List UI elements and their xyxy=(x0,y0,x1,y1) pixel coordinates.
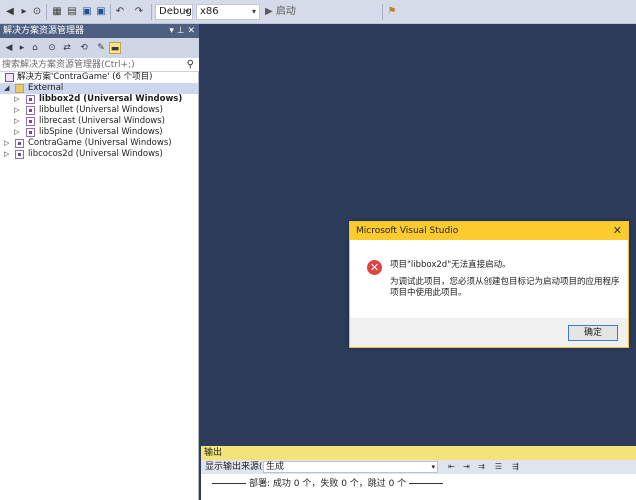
dialog-message: 项目"libbox2d"无法直接启动。 xyxy=(390,260,511,270)
error-icon: ✕ xyxy=(367,260,382,275)
clear-all-icon[interactable]: ☰ xyxy=(493,461,504,472)
tree-item-solution[interactable]: 解决方案'ContraGame' (6 个项目) xyxy=(0,72,198,83)
chevron-down-icon: ▾ xyxy=(184,7,189,16)
find-prev-icon[interactable]: ⇤ xyxy=(446,461,457,472)
forward-icon[interactable]: ▸ xyxy=(16,42,28,54)
project-icon xyxy=(26,117,35,126)
project-icon xyxy=(26,128,35,137)
output-panel: 输出 显示输出来源(S): 生成 ▾ ⇤ ⇥ ⇉ ☰ ⇶ 部署: 成功 0 个，… xyxy=(201,446,636,500)
new-project-icon[interactable]: ▦ xyxy=(51,6,63,18)
chevron-down-icon: ▾ xyxy=(251,7,256,16)
properties-icon[interactable]: ✎ xyxy=(95,42,107,54)
collapsed-arrow-icon[interactable]: ▷ xyxy=(4,149,12,160)
collapsed-arrow-icon[interactable]: ▷ xyxy=(14,127,22,138)
collapsed-arrow-icon[interactable]: ▷ xyxy=(14,105,22,116)
tree-item-libcocos2d[interactable]: ▷ libcocos2d (Universal Windows) xyxy=(0,149,198,160)
project-icon xyxy=(15,139,24,148)
search-icon[interactable]: ⚲ xyxy=(187,58,194,72)
redo-icon[interactable]: ↷ xyxy=(133,6,145,18)
tree-item-external[interactable]: ◢ External xyxy=(0,83,198,94)
output-text: 部署: 成功 0 个，失败 0 个，跳过 0 个 xyxy=(209,476,446,489)
show-all-icon[interactable]: ▬ xyxy=(109,42,121,54)
solution-explorer: 解决方案资源管理器 ▾ ⊥ ✕ ◀ ▸ ⌂ ⊙ ⇄ ⟲ ✎ ▬ 搜索解决方案资源… xyxy=(0,24,199,500)
panel-controls[interactable]: ▾ ⊥ ✕ xyxy=(169,24,195,38)
tree-item-librecast[interactable]: ▷ librecast (Universal Windows) xyxy=(0,116,198,127)
solution-explorer-title: 解决方案资源管理器 ▾ ⊥ ✕ xyxy=(0,24,199,38)
back-icon[interactable]: ◀ xyxy=(3,42,15,54)
solution-search-input[interactable]: 搜索解决方案资源管理器(Ctrl+;) ⚲ xyxy=(0,58,199,72)
find-next-icon[interactable]: ⇥ xyxy=(461,461,472,472)
configuration-select[interactable]: Debug ▾ xyxy=(155,4,193,20)
history-icon[interactable]: ⊙ xyxy=(46,42,58,54)
undo-icon[interactable]: ↶ xyxy=(114,6,126,18)
folder-icon xyxy=(15,84,24,93)
history-icon[interactable]: ⊙ xyxy=(31,6,43,18)
tree-item-libspine[interactable]: ▷ libSpine (Universal Windows) xyxy=(0,127,198,138)
tree-item-libbox2d[interactable]: ▷ libbox2d (Universal Windows) xyxy=(0,94,198,105)
dialog-detail: 为调试此项目，您必须从创建包目标记为启动项目的应用程序项目中使用此项目。 xyxy=(390,277,620,298)
solution-explorer-toolbar: ◀ ▸ ⌂ ⊙ ⇄ ⟲ ✎ ▬ xyxy=(0,38,199,58)
error-dialog: Microsoft Visual Studio ✕ ✕ 项目"libbox2d"… xyxy=(349,221,629,348)
tree-item-libbullet[interactable]: ▷ libbullet (Universal Windows) xyxy=(0,105,198,116)
refresh-icon[interactable]: ⟲ xyxy=(78,42,90,54)
save-all-icon[interactable]: ▣ xyxy=(95,6,107,18)
go-to-icon[interactable]: ⇉ xyxy=(476,461,487,472)
forward-icon[interactable]: ▸ xyxy=(18,6,30,18)
output-toolbar: 显示输出来源(S): 生成 ▾ ⇤ ⇥ ⇉ ☰ ⇶ xyxy=(201,460,636,474)
home-icon[interactable]: ⌂ xyxy=(29,42,41,54)
back-icon[interactable]: ◀ xyxy=(4,6,16,18)
platform-select[interactable]: x86 ▾ xyxy=(196,4,260,20)
project-icon xyxy=(26,95,35,104)
chevron-down-icon: ▾ xyxy=(431,463,435,471)
dialog-title: Microsoft Visual Studio ✕ xyxy=(350,222,628,240)
solution-icon xyxy=(5,73,14,82)
attach-icon[interactable]: ⚑ xyxy=(386,6,398,18)
start-button[interactable]: ▶ 启动 xyxy=(265,4,375,20)
sync-icon[interactable]: ⇄ xyxy=(61,42,73,54)
expanded-arrow-icon[interactable]: ◢ xyxy=(4,83,12,94)
open-icon[interactable]: ▤ xyxy=(66,6,78,18)
save-icon[interactable]: ▣ xyxy=(81,6,93,18)
main-toolbar: ◀ ▸ ⊙ ▦ ▤ ▣ ▣ ↶ ↷ Debug ▾ x86 ▾ ▶ 启动 ⚑ xyxy=(0,0,636,24)
output-title: 输出 xyxy=(201,446,636,460)
dialog-footer: 确定 xyxy=(350,318,628,347)
ok-button[interactable]: 确定 xyxy=(568,325,618,341)
close-icon[interactable]: ✕ xyxy=(613,222,622,240)
word-wrap-icon[interactable]: ⇶ xyxy=(510,461,521,472)
project-icon xyxy=(15,150,24,159)
collapsed-arrow-icon[interactable]: ▷ xyxy=(14,116,22,127)
project-icon xyxy=(26,106,35,115)
collapsed-arrow-icon[interactable]: ▷ xyxy=(14,94,22,105)
collapsed-arrow-icon[interactable]: ▷ xyxy=(4,138,12,149)
tree-item-contragame[interactable]: ▷ ContraGame (Universal Windows) xyxy=(0,138,198,149)
output-source-select[interactable]: 生成 ▾ xyxy=(263,461,438,473)
